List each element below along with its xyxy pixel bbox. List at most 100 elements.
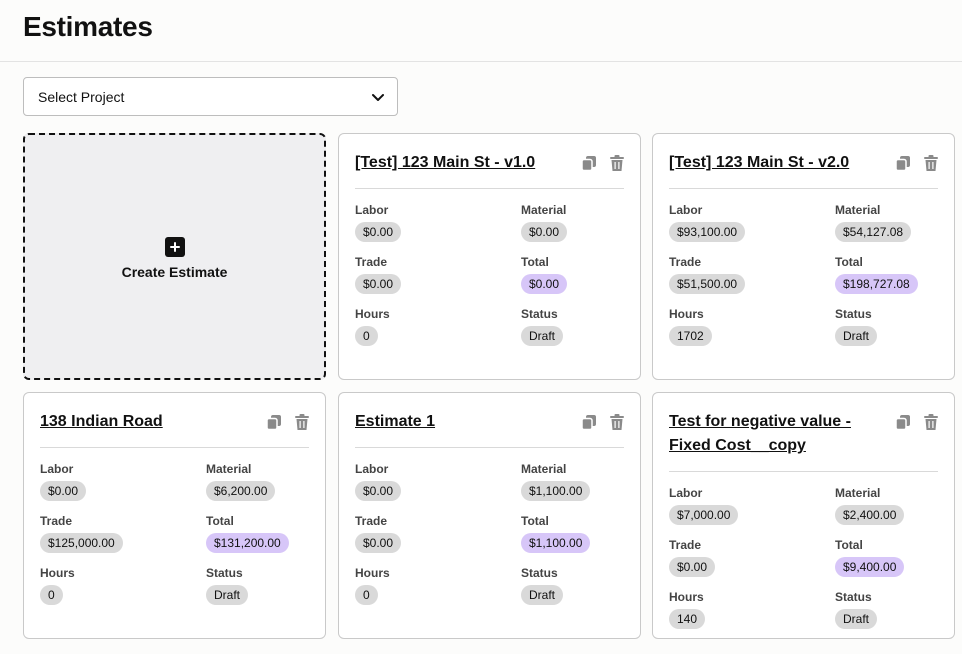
total-value: $0.00 [521, 274, 568, 294]
card-divider [355, 188, 624, 189]
create-estimate-card[interactable]: Create Estimate [23, 133, 326, 380]
create-estimate-label: Create Estimate [121, 264, 228, 280]
trash-icon[interactable] [922, 154, 940, 172]
labor-label: Labor [669, 203, 703, 217]
estimate-card: [Test] 123 Main St - v1.0 Labor $0.00 Ma… [338, 133, 641, 380]
project-select[interactable]: Select Project [23, 77, 398, 116]
total-field: Total $0.00 [521, 255, 568, 294]
estimate-title[interactable]: Test for negative value - Fixed Cost__co… [669, 410, 874, 458]
material-label: Material [835, 203, 881, 217]
labor-value: $0.00 [355, 481, 402, 501]
labor-field: Labor $0.00 [40, 462, 87, 501]
hours-field: Hours 0 [40, 566, 75, 605]
trash-icon[interactable] [293, 413, 311, 431]
material-field: Material $54,127.08 [835, 203, 912, 242]
material-value: $0.00 [521, 222, 568, 242]
estimate-card: Test for negative value - Fixed Cost__co… [652, 392, 955, 639]
labor-value: $0.00 [40, 481, 87, 501]
hours-field: Hours 140 [669, 590, 706, 629]
project-select-value: Select Project [38, 88, 125, 105]
trade-value: $0.00 [669, 557, 716, 577]
trash-icon[interactable] [608, 413, 626, 431]
hours-label: Hours [669, 307, 704, 321]
labor-field: Labor $93,100.00 [669, 203, 746, 242]
total-value: $198,727.08 [835, 274, 918, 294]
status-field: Status Draft [835, 307, 878, 346]
hours-value: 1702 [669, 326, 712, 346]
trade-label: Trade [355, 514, 388, 528]
material-value: $6,200.00 [206, 481, 276, 501]
trade-value: $0.00 [355, 533, 402, 553]
status-field: Status Draft [206, 566, 249, 605]
material-label: Material [521, 203, 567, 217]
trade-field: Trade $51,500.00 [669, 255, 746, 294]
status-badge: Draft [835, 609, 878, 629]
hours-field: Hours 0 [355, 307, 390, 346]
material-label: Material [521, 462, 567, 476]
total-value: $9,400.00 [835, 557, 905, 577]
trade-field: Trade $0.00 [355, 514, 402, 553]
labor-label: Labor [669, 486, 703, 500]
total-field: Total $9,400.00 [835, 538, 905, 577]
hours-label: Hours [669, 590, 704, 604]
material-value: $54,127.08 [835, 222, 912, 242]
chevron-down-icon [372, 94, 384, 101]
total-value: $1,100.00 [521, 533, 591, 553]
labor-label: Labor [40, 462, 74, 476]
total-label: Total [835, 538, 863, 552]
copy-icon[interactable] [580, 413, 598, 431]
copy-icon[interactable] [894, 154, 912, 172]
material-field: Material $6,200.00 [206, 462, 276, 501]
card-divider [669, 471, 938, 472]
card-divider [669, 188, 938, 189]
labor-field: Labor $0.00 [355, 203, 402, 242]
labor-label: Labor [355, 462, 389, 476]
hours-field: Hours 1702 [669, 307, 712, 346]
estimate-title[interactable]: 138 Indian Road [40, 410, 245, 434]
material-field: Material $1,100.00 [521, 462, 591, 501]
trade-value: $125,000.00 [40, 533, 123, 553]
total-label: Total [521, 514, 549, 528]
trash-icon[interactable] [608, 154, 626, 172]
status-badge: Draft [206, 585, 249, 605]
labor-field: Labor $0.00 [355, 462, 402, 501]
copy-icon[interactable] [894, 413, 912, 431]
material-field: Material $2,400.00 [835, 486, 905, 525]
total-field: Total $1,100.00 [521, 514, 591, 553]
status-badge: Draft [835, 326, 878, 346]
page-header: Estimates [0, 0, 962, 62]
status-label: Status [835, 307, 872, 321]
trade-field: Trade $0.00 [355, 255, 402, 294]
page-title: Estimates [23, 11, 153, 42]
hours-value: 0 [355, 326, 378, 346]
estimate-title[interactable]: Estimate 1 [355, 410, 560, 434]
trash-icon[interactable] [922, 413, 940, 431]
card-divider [355, 447, 624, 448]
labor-label: Labor [355, 203, 389, 217]
hours-label: Hours [355, 566, 390, 580]
estimate-card: Estimate 1 Labor $0.00 Material $1,100.0… [338, 392, 641, 639]
material-value: $2,400.00 [835, 505, 905, 525]
trade-field: Trade $0.00 [669, 538, 716, 577]
hours-value: 0 [355, 585, 378, 605]
labor-field: Labor $7,000.00 [669, 486, 739, 525]
status-badge: Draft [521, 326, 564, 346]
hours-value: 140 [669, 609, 706, 629]
material-value: $1,100.00 [521, 481, 591, 501]
total-field: Total $198,727.08 [835, 255, 918, 294]
hours-label: Hours [40, 566, 75, 580]
status-label: Status [835, 590, 872, 604]
total-label: Total [521, 255, 549, 269]
estimate-title[interactable]: [Test] 123 Main St - v2.0 [669, 151, 874, 175]
copy-icon[interactable] [580, 154, 598, 172]
estimate-title[interactable]: [Test] 123 Main St - v1.0 [355, 151, 560, 175]
material-label: Material [835, 486, 881, 500]
estimate-card: 138 Indian Road Labor $0.00 Material $6,… [23, 392, 326, 639]
trade-value: $0.00 [355, 274, 402, 294]
trade-label: Trade [669, 538, 702, 552]
copy-icon[interactable] [265, 413, 283, 431]
total-label: Total [835, 255, 863, 269]
total-label: Total [206, 514, 234, 528]
status-field: Status Draft [835, 590, 878, 629]
card-divider [40, 447, 309, 448]
